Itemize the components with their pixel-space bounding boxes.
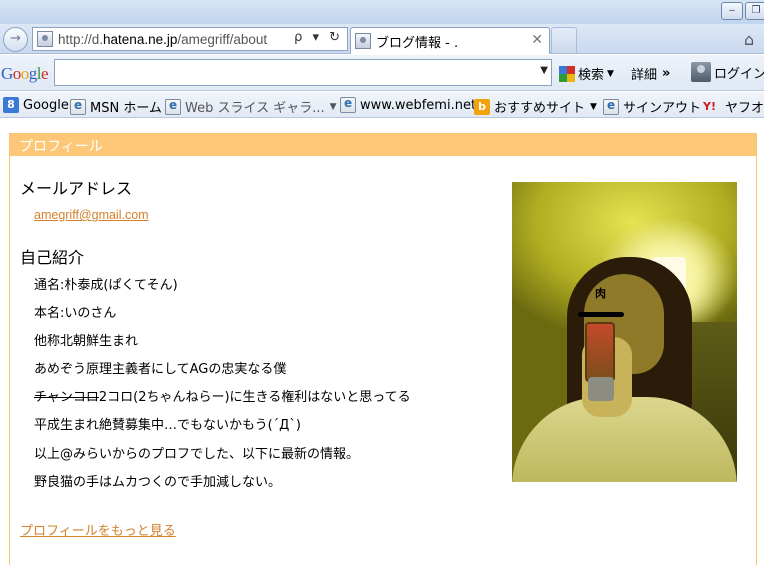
profile-photo: 肉 [512,182,737,482]
chevron-down-icon: ▼ [607,68,614,79]
google-logo: Google [1,64,49,83]
favorite-recommended-sites[interactable]: b おすすめサイト ▼ [474,97,597,116]
bing-icon: b [474,98,490,115]
favorite-sign-out[interactable]: サインアウト [603,97,701,116]
favorite-webfemi[interactable]: www.webfemi.net [340,96,476,113]
ie-icon [603,98,619,115]
page-icon [37,31,53,47]
ie-icon [165,98,181,115]
search-label: 検索 [578,68,605,83]
restore-button[interactable]: ❐ [745,2,764,20]
intro-line: 通名:朴泰成(ぱくてそん) [34,278,178,293]
intro-line: チャンコロ2コロ(2ちゃんねらー)に生きる権利はないと思ってる [34,390,411,405]
favorite-yahoo-auction[interactable]: Y!ヤフオク [703,97,764,117]
tab-page-icon [355,33,371,49]
more-profile-link[interactable]: プロフィールをもっと見る [20,520,176,539]
login-label: ログイン [714,66,764,82]
favorite-msn-home[interactable]: MSN ホーム [70,97,162,116]
yahoo-icon: Y! [703,99,716,113]
address-bar[interactable]: http://d.hatena.ne.jp/amegriff/about ρ ▾… [32,27,348,51]
intro-line: あめぞう原理主義者にしてAGの忠実なる僕 [34,362,287,377]
email-link[interactable]: amegriff@gmail.com [34,208,149,222]
struck-word: チャンコロ [34,390,99,405]
navigation-bar: → http://d.hatena.ne.jp/amegriff/about ρ… [0,24,764,54]
ie-icon [340,96,356,113]
google-search-icon [559,65,575,82]
tab-title: ブログ情報 - . [376,35,459,51]
intro-line: 平成生まれ絶賛募集中…でもないかもう(´Д`) [34,418,301,433]
forward-button[interactable]: → [3,27,28,52]
address-tools-icon[interactable]: ρ ▾ ↻ [294,30,343,45]
favorites-bar: 8Google MSN ホーム Web スライス ギャラ...▼ www.web… [0,92,764,118]
window-titlebar: ‒ ❐ [0,0,764,24]
profile-title: プロフィール [19,139,103,155]
login-button[interactable]: ログイン [691,62,764,82]
details-button[interactable]: 詳細 » [631,64,670,83]
profile-panel: プロフィール メールアドレス amegriff@gmail.com 自己紹介 通… [9,133,757,565]
google-search-button[interactable]: 検索 ▼ [559,64,614,83]
ie-icon [70,98,86,115]
email-heading: メールアドレス [20,179,133,198]
intro-heading: 自己紹介 [20,248,85,267]
intro-line: 本名:いのさん [34,306,117,321]
minimize-button[interactable]: ‒ [721,2,743,20]
favorite-web-slice-gallery[interactable]: Web スライス ギャラ...▼ [165,97,337,116]
google-toolbar: Google ▼ 検索 ▼ 詳細 » ログイン [0,55,764,91]
intro-line: 他称北朝鮮生まれ [34,334,139,349]
new-tab-button[interactable] [551,27,577,54]
intro-line: 以上@みらいからのプロフでした、以下に最新の情報。 [34,447,360,462]
favorite-google[interactable]: 8 Google [3,97,69,113]
chevron-down-icon[interactable]: ▼ [540,65,548,76]
more-arrows-icon: » [662,66,671,81]
intro-line: 野良猫の手はムカつくので手加減しない。 [34,475,282,490]
profile-header: プロフィール [10,134,756,156]
details-label: 詳細 [631,68,658,83]
google-icon: 8 [3,97,19,113]
page-content: プロフィール メールアドレス amegriff@gmail.com 自己紹介 通… [0,119,764,565]
home-icon[interactable]: ⌂ [744,30,754,49]
struck-middle: 2コロ( [98,390,139,405]
user-avatar-icon [691,62,711,82]
tab-blog-info[interactable]: ブログ情報 - . ✕ [350,27,550,54]
google-search-input[interactable]: ▼ [54,59,552,86]
photo-caption: 肉 [595,287,606,300]
chevron-down-icon: ▼ [590,101,597,112]
tab-close-icon[interactable]: ✕ [531,32,543,48]
address-url[interactable]: http://d.hatena.ne.jp/amegriff/about [58,32,267,47]
chevron-down-icon: ▼ [329,101,337,112]
